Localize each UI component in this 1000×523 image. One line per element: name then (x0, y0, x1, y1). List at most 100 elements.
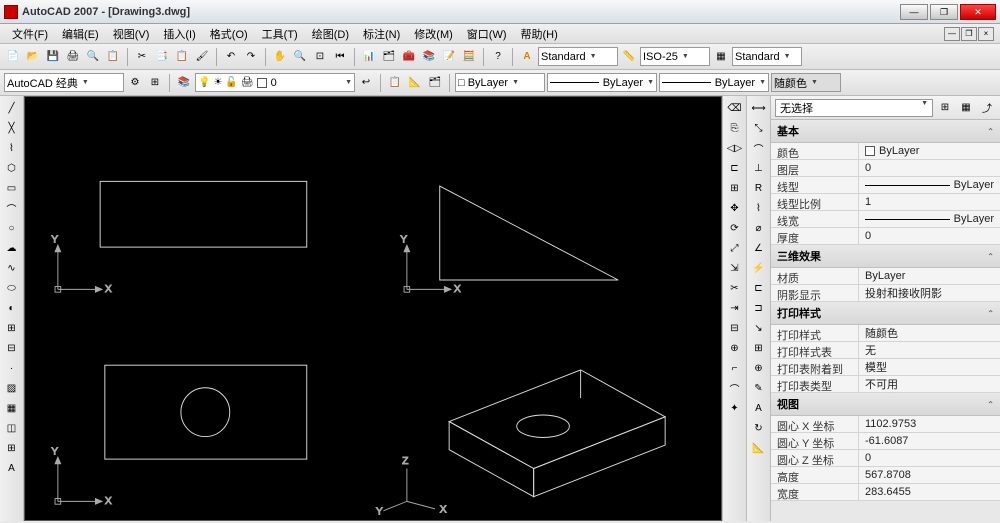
pan-icon[interactable]: ✋ (271, 48, 289, 66)
zoom-previous-icon[interactable]: ⏮ (331, 48, 349, 66)
fillet-icon[interactable]: ⌒ (726, 379, 744, 397)
dim-linear-icon[interactable]: ⟷ (750, 99, 768, 117)
property-value[interactable]: 0 (859, 450, 1000, 466)
dim-style-icon[interactable]: 📐 (750, 439, 768, 457)
dim-style-icon[interactable]: 📏 (620, 48, 638, 66)
property-row[interactable]: 线宽ByLayer (771, 211, 1000, 228)
gradient-icon[interactable]: ▦ (3, 399, 21, 417)
paste-icon[interactable]: 📋 (173, 48, 191, 66)
property-row[interactable]: 线型比例1 (771, 194, 1000, 211)
mdi-restore[interactable]: ❐ (961, 27, 977, 41)
dim-edit-icon[interactable]: ✎ (750, 379, 768, 397)
hatch-icon[interactable]: ▨ (3, 379, 21, 397)
point-icon[interactable]: · (3, 359, 21, 377)
viewport-left[interactable]: X Y (25, 309, 373, 520)
property-value[interactable]: 283.6455 (859, 484, 1000, 500)
plot-preview-icon[interactable]: 🔍 (84, 48, 102, 66)
circle-icon[interactable]: ○ (3, 219, 21, 237)
pickadd-icon[interactable]: ▦ (957, 99, 975, 117)
dim-angular-icon[interactable]: ∠ (750, 239, 768, 257)
property-value[interactable]: 0 (859, 160, 1000, 176)
workspace-dropdown[interactable]: AutoCAD 经典▼ (4, 73, 124, 92)
dim-continue-icon[interactable]: ⊐ (750, 299, 768, 317)
cut-icon[interactable]: ✂ (133, 48, 151, 66)
xline-icon[interactable]: ╳ (3, 119, 21, 137)
workspace-settings-icon[interactable]: ⚙ (126, 74, 144, 92)
dim-quick-icon[interactable]: ⚡ (750, 259, 768, 277)
block-insert-icon[interactable]: ⊞ (3, 319, 21, 337)
spline-icon[interactable]: ∿ (3, 259, 21, 277)
menu-modify[interactable]: 修改(M) (408, 24, 459, 44)
zoom-window-icon[interactable]: ⊡ (311, 48, 329, 66)
text-style-dropdown[interactable]: Standard▼ (538, 47, 618, 66)
layer-manager-icon[interactable]: 📚 (175, 74, 193, 92)
property-row[interactable]: 高度567.8708 (771, 467, 1000, 484)
menu-format[interactable]: 格式(O) (204, 24, 254, 44)
sheet-icon[interactable]: 📚 (420, 48, 438, 66)
select-objects-icon[interactable]: ⤴ (978, 99, 996, 117)
property-value[interactable]: -61.6087 (859, 433, 1000, 449)
color-dropdown[interactable]: □ ByLayer▼ (455, 73, 545, 92)
plotstyle-dropdown[interactable]: 随颜色▼ (771, 73, 841, 92)
ellipse-icon[interactable]: ⬭ (3, 279, 21, 297)
text-style-icon[interactable]: A (518, 48, 536, 66)
property-row[interactable]: 颜色ByLayer (771, 143, 1000, 160)
menu-edit[interactable]: 编辑(E) (56, 24, 105, 44)
dim-update-icon[interactable]: ↻ (750, 419, 768, 437)
calc-icon[interactable]: 🧮 (460, 48, 478, 66)
mtext-icon[interactable]: A (3, 459, 21, 477)
open-icon[interactable]: 📂 (24, 48, 42, 66)
property-row[interactable]: 阴影显示投射和接收阴影 (771, 285, 1000, 302)
copy-icon[interactable]: 📑 (153, 48, 171, 66)
mdi-minimize[interactable]: — (944, 27, 960, 41)
table-style-dropdown[interactable]: Standard▼ (732, 47, 802, 66)
line-icon[interactable]: ╱ (3, 99, 21, 117)
break-icon[interactable]: ⊟ (726, 319, 744, 337)
dim-tolerance-icon[interactable]: ⊞ (750, 339, 768, 357)
redo-icon[interactable]: ↷ (242, 48, 260, 66)
property-value[interactable]: 投射和接收阴影 (859, 285, 1000, 301)
block-make-icon[interactable]: ⊟ (3, 339, 21, 357)
rectangle-icon[interactable]: ▭ (3, 179, 21, 197)
zoom-icon[interactable]: 🔍 (291, 48, 309, 66)
viewport-front[interactable]: X Y (374, 97, 722, 308)
array-icon[interactable]: ⊞ (726, 179, 744, 197)
property-row[interactable]: 圆心 X 坐标1102.9753 (771, 416, 1000, 433)
property-value[interactable]: 1102.9753 (859, 416, 1000, 432)
chamfer-icon[interactable]: ⌐ (726, 359, 744, 377)
extend-icon[interactable]: ⇥ (726, 299, 744, 317)
workspace-save-icon[interactable]: ⊞ (146, 74, 164, 92)
dim-center-icon[interactable]: ⊕ (750, 359, 768, 377)
menu-window[interactable]: 窗口(W) (461, 24, 513, 44)
dim-baseline-icon[interactable]: ⊏ (750, 279, 768, 297)
save-icon[interactable]: 💾 (44, 48, 62, 66)
match-icon[interactable]: 🖌 (193, 48, 211, 66)
ellipse-arc-icon[interactable]: ◐ (3, 299, 21, 317)
pline-icon[interactable]: ⌇ (3, 139, 21, 157)
scale-icon[interactable]: ⤢ (726, 239, 744, 257)
trim-icon[interactable]: ✂ (726, 279, 744, 297)
dim-diameter-icon[interactable]: ⌀ (750, 219, 768, 237)
property-value[interactable]: ByLayer (859, 177, 1000, 193)
region-icon[interactable]: ◫ (3, 419, 21, 437)
selection-dropdown[interactable]: 无选择 ▼ (775, 99, 933, 117)
move-icon[interactable]: ✥ (726, 199, 744, 217)
explode-icon[interactable]: ✦ (726, 399, 744, 417)
mirror-icon[interactable]: ◁▷ (726, 139, 744, 157)
property-row[interactable]: 圆心 Z 坐标0 (771, 450, 1000, 467)
property-row[interactable]: 打印样式表无 (771, 342, 1000, 359)
property-row[interactable]: 圆心 Y 坐标-61.6087 (771, 433, 1000, 450)
property-value[interactable]: ByLayer (859, 211, 1000, 227)
dim-tedit-icon[interactable]: A (750, 399, 768, 417)
revcloud-icon[interactable]: ☁ (3, 239, 21, 257)
property-row[interactable]: 厚度0 (771, 228, 1000, 245)
section-view[interactable]: 视图⌃ (771, 393, 1000, 416)
print-icon[interactable]: 🖨 (64, 48, 82, 66)
undo-icon[interactable]: ↶ (222, 48, 240, 66)
property-value[interactable]: ByLayer (859, 268, 1000, 284)
rotate-icon[interactable]: ⟳ (726, 219, 744, 237)
designcenter-icon[interactable]: 🗂 (380, 48, 398, 66)
layer-state-icon[interactable]: 📋 (386, 74, 404, 92)
offset-icon[interactable]: ⊏ (726, 159, 744, 177)
properties-icon[interactable]: 📊 (360, 48, 378, 66)
